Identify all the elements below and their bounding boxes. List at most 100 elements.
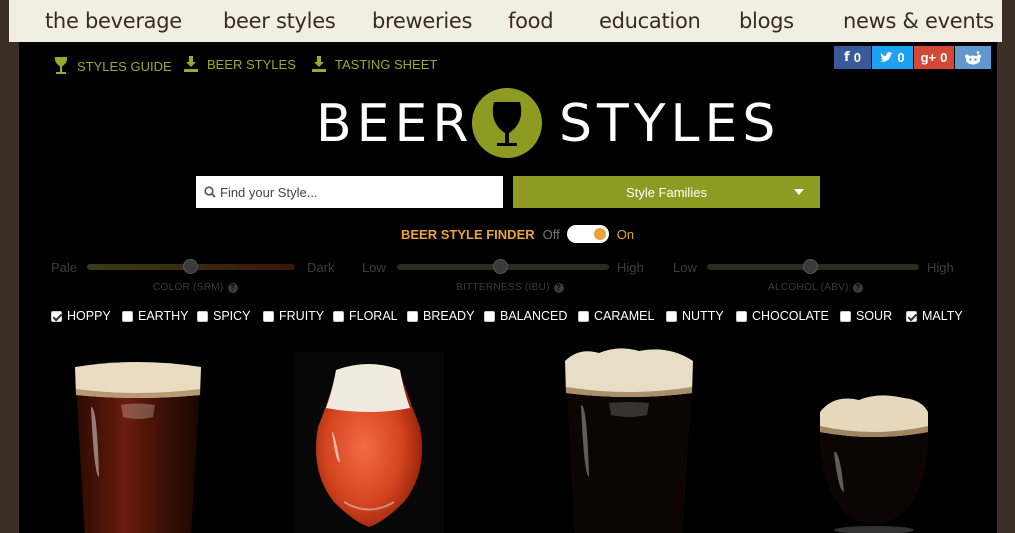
finder-off-label: Off xyxy=(542,226,560,242)
facebook-share-button[interactable]: f 0 xyxy=(834,46,871,69)
checkbox[interactable] xyxy=(263,310,274,322)
tasting-sheet-label: TASTING SHEET xyxy=(335,56,438,72)
flavor-label: EARTHY xyxy=(138,309,189,323)
checkbox[interactable] xyxy=(333,310,344,322)
flavor-checkbox-nutty[interactable]: NUTTY xyxy=(666,309,724,323)
bitterness-min-label: Low xyxy=(362,260,386,275)
beer-styles-logo: BEER STYLES xyxy=(316,82,775,162)
style-search-box xyxy=(196,176,503,208)
nav-education[interactable]: education xyxy=(599,9,701,33)
flavor-label: CARAMEL xyxy=(594,309,655,323)
nav-breweries[interactable]: breweries xyxy=(372,9,472,33)
alcohol-slider-handle[interactable] xyxy=(803,259,818,274)
checkbox[interactable] xyxy=(666,310,677,322)
color-slider-handle[interactable] xyxy=(183,259,198,274)
flavor-label: SPICY xyxy=(213,309,251,323)
checkbox[interactable] xyxy=(197,310,208,322)
facebook-icon: f xyxy=(844,50,850,65)
finder-on-label: On xyxy=(616,226,635,242)
finder-toggle[interactable] xyxy=(566,225,609,243)
nav-food[interactable]: food xyxy=(508,9,554,33)
flavor-checkbox-malty[interactable]: MALTY xyxy=(906,309,963,323)
checkbox[interactable] xyxy=(484,310,495,322)
styles-guide-label: STYLES GUIDE xyxy=(77,58,172,74)
facebook-count: 0 xyxy=(853,50,861,65)
checkbox[interactable] xyxy=(578,310,589,322)
beer-image-amber-pint[interactable] xyxy=(69,357,209,533)
checkbox[interactable] xyxy=(407,310,418,322)
flavor-label: SOUR xyxy=(856,309,893,323)
twitter-share-button[interactable]: 0 xyxy=(872,46,913,69)
flavor-label: FLORAL xyxy=(349,309,398,323)
flavor-checkbox-caramel[interactable]: CARAMEL xyxy=(578,309,654,323)
twitter-count: 0 xyxy=(897,50,905,65)
googleplus-share-button[interactable]: g+ 0 xyxy=(914,46,954,69)
main-nav: the beverage beer styles breweries food … xyxy=(9,0,1002,42)
flavor-checkbox-balanced[interactable]: BALANCED xyxy=(484,309,567,323)
logo-word-styles: STYLES xyxy=(559,94,781,154)
nav-beer-styles[interactable]: beer styles xyxy=(223,9,336,33)
alcohol-caption-text: ALCOHOL (ABV) xyxy=(768,282,849,293)
help-icon[interactable]: ? xyxy=(852,282,863,293)
search-icon xyxy=(204,186,216,198)
googleplus-count: 0 xyxy=(940,50,948,65)
flavor-checkbox-spicy[interactable]: SPICY xyxy=(197,309,251,323)
color-caption: COLOR (SRM) ? xyxy=(153,282,238,293)
nav-news-events[interactable]: news & events xyxy=(843,9,994,33)
toggle-knob xyxy=(593,228,606,240)
checkbox[interactable] xyxy=(122,310,133,322)
beer-image-red-tulip[interactable] xyxy=(294,352,444,533)
flavor-checkbox-earthy[interactable]: EARTHY xyxy=(122,309,188,323)
checkbox[interactable] xyxy=(51,310,62,322)
checkbox[interactable] xyxy=(906,310,917,322)
bitterness-slider-handle[interactable] xyxy=(493,259,508,274)
bitterness-caption-text: BITTERNESS (IBU) xyxy=(456,282,550,293)
caret-down-icon xyxy=(794,189,804,195)
help-icon[interactable]: ? xyxy=(553,282,564,293)
glass-icon xyxy=(54,57,68,74)
flavor-checkbox-hoppy[interactable]: HOPPY xyxy=(51,309,111,323)
tasting-sheet-link[interactable]: TASTING SHEET xyxy=(311,56,437,72)
color-caption-text: COLOR (SRM) xyxy=(153,282,224,293)
twitter-icon xyxy=(880,52,894,62)
flavor-label: BALANCED xyxy=(500,309,568,323)
alcohol-max-label: High xyxy=(927,260,954,275)
download-icon xyxy=(184,56,198,72)
style-families-label: Style Families xyxy=(626,184,707,200)
styles-guide-link[interactable]: STYLES GUIDE xyxy=(53,56,172,76)
flavor-label: FRUITY xyxy=(279,309,325,323)
reddit-share-button[interactable] xyxy=(955,46,991,69)
finder-label: BEER STYLE FINDER xyxy=(401,226,535,242)
flavor-checkbox-chocolate[interactable]: CHOCOLATE xyxy=(736,309,829,323)
style-search-input[interactable] xyxy=(220,184,490,200)
beer-image-stout-snifter[interactable] xyxy=(804,392,944,533)
flavor-checkbox-sour[interactable]: SOUR xyxy=(840,309,892,323)
checkbox[interactable] xyxy=(840,310,851,322)
color-max-label: Dark xyxy=(307,260,335,275)
flavor-label: MALTY xyxy=(922,309,963,323)
bitterness-caption: BITTERNESS (IBU) ? xyxy=(456,282,564,293)
alcohol-caption: ALCOHOL (ABV) ? xyxy=(768,282,863,293)
flavor-checkbox-floral[interactable]: FLORAL xyxy=(333,309,398,323)
bitterness-max-label: High xyxy=(617,260,644,275)
beer-styles-download-link[interactable]: BEER STYLES xyxy=(183,56,296,72)
beer-glass-logo-icon xyxy=(472,88,542,158)
reddit-icon xyxy=(965,50,981,64)
style-families-dropdown[interactable]: Style Families xyxy=(513,176,820,208)
googleplus-icon: g+ xyxy=(920,50,937,65)
flavor-checkbox-bready[interactable]: BREADY xyxy=(407,309,474,323)
flavor-checkbox-fruity[interactable]: FRUITY xyxy=(263,309,324,323)
flavor-label: NUTTY xyxy=(682,309,724,323)
nav-blogs[interactable]: blogs xyxy=(739,9,794,33)
help-icon[interactable]: ? xyxy=(227,282,238,293)
alcohol-min-label: Low xyxy=(673,260,697,275)
beer-styles-panel: STYLES GUIDE BEER STYLES TASTING SHEET f… xyxy=(19,42,997,533)
page-frame: the beverage beer styles breweries food … xyxy=(0,0,1015,533)
nav-the-beverage[interactable]: the beverage xyxy=(45,9,182,33)
flavor-label: CHOCOLATE xyxy=(752,309,829,323)
beer-styles-label: BEER STYLES xyxy=(207,56,296,72)
checkbox[interactable] xyxy=(736,310,747,322)
beer-image-dark-pint[interactable] xyxy=(559,347,699,533)
flavor-label: HOPPY xyxy=(67,309,111,323)
download-icon xyxy=(312,56,326,72)
